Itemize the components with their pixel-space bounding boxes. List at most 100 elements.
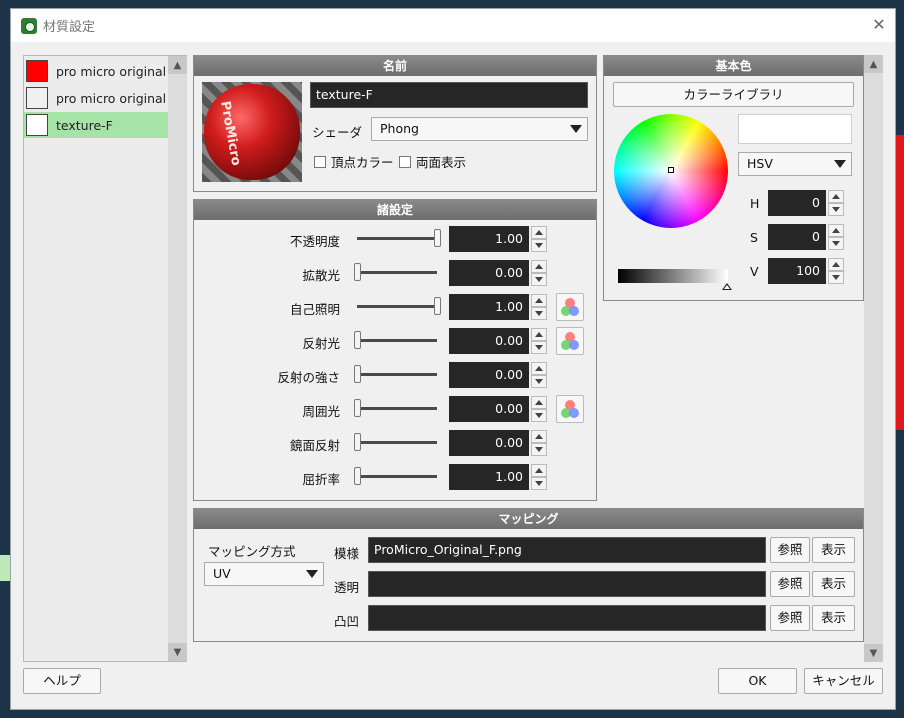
setting-slider[interactable] (357, 475, 437, 478)
color-library-button[interactable]: カラーライブラリ (613, 82, 854, 107)
slider-thumb[interactable] (354, 263, 361, 281)
setting-slider[interactable] (357, 237, 437, 240)
spin-up-icon[interactable] (531, 430, 547, 443)
setting-value-field[interactable]: 1.00 (449, 226, 529, 252)
setting-label: 周囲光 (302, 404, 340, 419)
setting-spinner[interactable] (531, 294, 547, 320)
color-wheel[interactable] (614, 114, 728, 228)
slider-thumb[interactable] (354, 433, 361, 451)
slider-thumb[interactable] (354, 467, 361, 485)
saturation-value-field[interactable]: 0 (768, 224, 826, 250)
pattern-browse-button[interactable]: 参照 (770, 537, 810, 563)
brightness-gradient-bar[interactable] (618, 269, 728, 283)
material-item-0[interactable]: pro micro original r (24, 58, 168, 84)
mapping-panel: マッピング マッピング方式 UV 模様 ProMicro_Original_F.… (193, 508, 864, 642)
material-item-2[interactable]: texture-F (24, 112, 168, 138)
scroll-up-icon[interactable]: ▲ (168, 56, 187, 74)
spin-down-icon[interactable] (531, 443, 547, 456)
spin-up-icon[interactable] (828, 224, 844, 237)
spin-up-icon[interactable] (531, 294, 547, 307)
spin-down-icon[interactable] (531, 409, 547, 422)
scroll-down-icon[interactable]: ▼ (168, 643, 187, 661)
settings-scrollbar[interactable]: ▲ ▼ (864, 55, 883, 662)
setting-value-field[interactable]: 0.00 (449, 396, 529, 422)
spin-up-icon[interactable] (531, 260, 547, 273)
setting-slider[interactable] (357, 373, 437, 376)
scroll-up-icon[interactable]: ▲ (864, 55, 883, 73)
cancel-button[interactable]: キャンセル (804, 668, 883, 694)
setting-slider[interactable] (357, 407, 437, 410)
bump-browse-button[interactable]: 参照 (770, 605, 810, 631)
spin-down-icon[interactable] (531, 307, 547, 320)
shader-select[interactable]: Phong (371, 117, 588, 141)
setting-spinner[interactable] (531, 464, 547, 490)
material-item-1[interactable]: pro micro original s (24, 85, 168, 111)
spin-down-icon[interactable] (531, 375, 547, 388)
color-wheel-picker[interactable] (668, 167, 674, 173)
mapping-method-select[interactable]: UV (204, 562, 324, 586)
setting-value-field[interactable]: 1.00 (449, 464, 529, 490)
transparency-show-button[interactable]: 表示 (812, 571, 855, 597)
setting-value-field[interactable]: 0.00 (449, 328, 529, 354)
spin-up-icon[interactable] (828, 258, 844, 271)
hue-value-field[interactable]: 0 (768, 190, 826, 216)
setting-value-field[interactable]: 0.00 (449, 362, 529, 388)
material-list[interactable]: pro micro original r pro micro original … (23, 55, 187, 662)
spin-down-icon[interactable] (828, 271, 844, 284)
spin-down-icon[interactable] (828, 203, 844, 216)
double-sided-checkbox[interactable]: 両面表示 (399, 152, 466, 171)
brightness-marker-icon[interactable] (722, 283, 732, 290)
spin-down-icon[interactable] (828, 237, 844, 250)
scroll-down-icon[interactable]: ▼ (864, 644, 883, 662)
value-spinner[interactable] (828, 258, 844, 284)
vertex-color-checkbox[interactable]: 頂点カラー (314, 152, 394, 171)
setting-spinner[interactable] (531, 430, 547, 456)
bump-show-button[interactable]: 表示 (812, 605, 855, 631)
material-name-input[interactable]: texture-F (310, 82, 588, 108)
spin-up-icon[interactable] (531, 328, 547, 341)
transparency-file-input[interactable] (368, 571, 766, 597)
setting-value-field[interactable]: 0.00 (449, 260, 529, 286)
help-button[interactable]: ヘルプ (23, 668, 101, 694)
spin-up-icon[interactable] (531, 396, 547, 409)
slider-thumb[interactable] (434, 229, 441, 247)
slider-thumb[interactable] (354, 399, 361, 417)
color-mix-button[interactable] (556, 327, 584, 355)
setting-slider[interactable] (357, 305, 437, 308)
spin-up-icon[interactable] (531, 362, 547, 375)
spin-up-icon[interactable] (531, 464, 547, 477)
spin-down-icon[interactable] (531, 341, 547, 354)
spin-up-icon[interactable] (828, 190, 844, 203)
spin-down-icon[interactable] (531, 477, 547, 490)
spin-up-icon[interactable] (531, 226, 547, 239)
setting-value-field[interactable]: 1.00 (449, 294, 529, 320)
setting-spinner[interactable] (531, 328, 547, 354)
hue-spinner[interactable] (828, 190, 844, 216)
setting-slider[interactable] (357, 339, 437, 342)
slider-thumb[interactable] (434, 297, 441, 315)
spin-down-icon[interactable] (531, 273, 547, 286)
material-list-scrollbar[interactable]: ▲ ▼ (168, 56, 187, 661)
value-value-field[interactable]: 100 (768, 258, 826, 284)
spin-down-icon[interactable] (531, 239, 547, 252)
setting-value-field[interactable]: 0.00 (449, 430, 529, 456)
color-mix-button[interactable] (556, 293, 584, 321)
color-mode-select[interactable]: HSV (738, 152, 852, 176)
pattern-show-button[interactable]: 表示 (812, 537, 855, 563)
saturation-spinner[interactable] (828, 224, 844, 250)
setting-spinner[interactable] (531, 226, 547, 252)
ok-button[interactable]: OK (718, 668, 797, 694)
bump-file-input[interactable] (368, 605, 766, 631)
setting-spinner[interactable] (531, 260, 547, 286)
slider-thumb[interactable] (354, 365, 361, 383)
setting-label: 鏡面反射 (289, 438, 340, 453)
setting-spinner[interactable] (531, 362, 547, 388)
setting-slider[interactable] (357, 441, 437, 444)
pattern-file-input[interactable]: ProMicro_Original_F.png (368, 537, 766, 563)
setting-slider[interactable] (357, 271, 437, 274)
setting-spinner[interactable] (531, 396, 547, 422)
slider-thumb[interactable] (354, 331, 361, 349)
color-mix-button[interactable] (556, 395, 584, 423)
transparency-browse-button[interactable]: 参照 (770, 571, 810, 597)
close-icon[interactable]: ✕ (869, 15, 889, 35)
